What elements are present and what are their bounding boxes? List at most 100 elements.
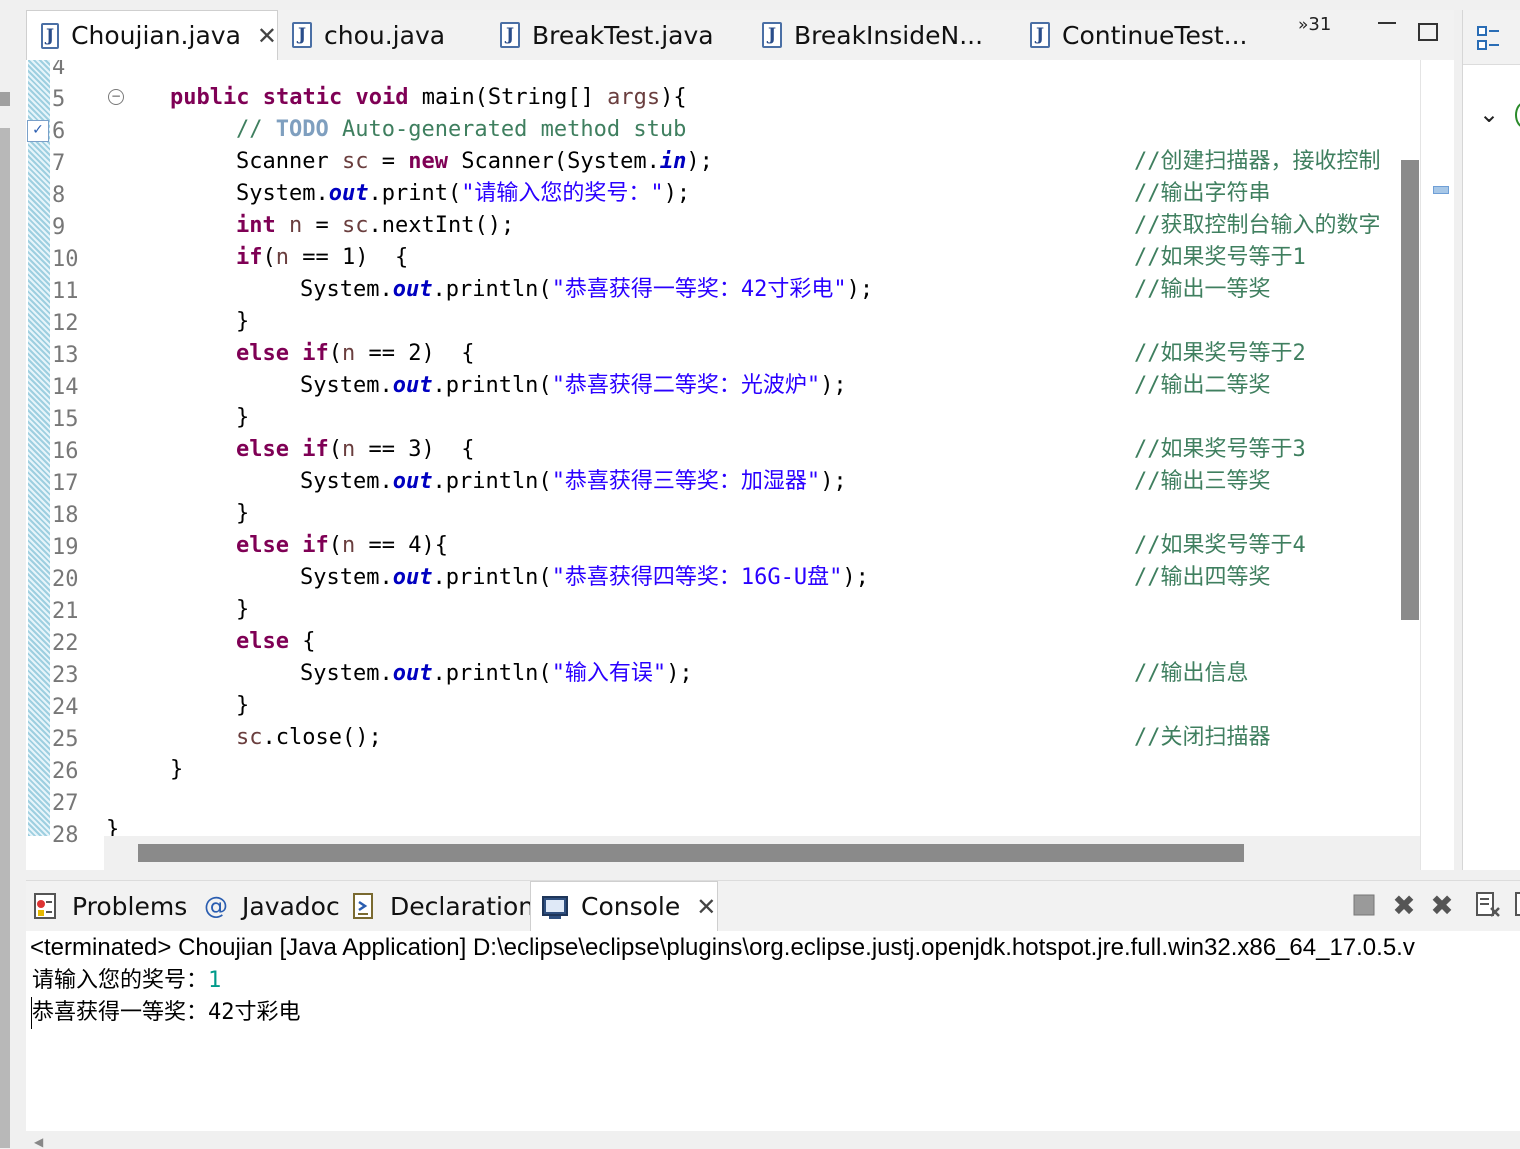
- code-editor[interactable]: ✓ 4 5 − 6 7 8 9 10 11 12 13 14 15 16 17 …: [26, 60, 1454, 870]
- left-trim-bar: [0, 128, 10, 1148]
- code-text-area[interactable]: public static void main(String[] args){ …: [104, 60, 1394, 836]
- code-comment: //如果奖号等于2: [1134, 341, 1306, 366]
- java-file-icon: J: [500, 22, 520, 48]
- code-line: }: [236, 501, 250, 526]
- code-comment: //输出字符串: [1134, 181, 1271, 206]
- tab-label: Console: [581, 892, 681, 921]
- tab-breaktest-java[interactable]: J BreakTest.java: [500, 10, 714, 60]
- line-number: 21: [52, 599, 79, 624]
- tab-label: Declaration: [390, 891, 535, 921]
- code-line: sc.close();: [236, 725, 382, 750]
- line-number: 8: [52, 183, 66, 208]
- line-number: 11: [52, 279, 79, 304]
- tab-console[interactable]: Console ✕: [530, 881, 718, 931]
- code-line: System.out.println("恭喜获得一等奖：42寸彩电");: [300, 277, 874, 302]
- code-line: System.out.println("恭喜获得四等奖：16G-U盘");: [300, 565, 869, 590]
- horizontal-scrollbar-thumb[interactable]: [138, 844, 1244, 862]
- tab-chou-java[interactable]: J chou.java: [292, 10, 445, 60]
- minimize-button[interactable]: [1378, 22, 1396, 24]
- outline-header: [1463, 10, 1520, 65]
- console-hscroll[interactable]: ◀: [26, 1131, 1520, 1149]
- java-file-icon: J: [41, 22, 60, 49]
- tab-declaration[interactable]: Declaration: [350, 881, 534, 931]
- left-trim-strip: [0, 0, 26, 1148]
- code-line: System.out.println("输入有误");: [300, 661, 693, 686]
- code-line: System.out.println("恭喜获得三等奖：加湿器");: [300, 469, 847, 494]
- tab-label: Problems: [72, 891, 188, 921]
- problems-icon: [32, 892, 60, 920]
- code-line: else {: [236, 629, 316, 654]
- bottom-tab-bar: Problems @ Javadoc Declaration Console ✕…: [26, 880, 1520, 932]
- class-icon: [1515, 102, 1520, 128]
- code-line: }: [236, 597, 250, 622]
- tab-javadoc[interactable]: @ Javadoc: [202, 881, 340, 931]
- line-number: 28: [52, 823, 79, 848]
- code-line: else if(n == 3) {: [236, 437, 475, 462]
- tab-continuetest-java[interactable]: J ContinueTest...: [1030, 10, 1248, 60]
- outline-icon[interactable]: [1477, 26, 1499, 50]
- line-number-ruler: 4 5 − 6 7 8 9 10 11 12 13 14 15 16 17 18…: [50, 60, 124, 848]
- tab-label: Javadoc: [242, 891, 340, 921]
- code-comment: //创建扫描器，接收控制: [1134, 149, 1381, 174]
- code-comment: //如果奖号等于3: [1134, 437, 1306, 462]
- close-icon[interactable]: ✕: [257, 22, 277, 50]
- line-number: 13: [52, 343, 79, 368]
- at-icon: @: [204, 892, 228, 920]
- line-number: 4: [52, 60, 66, 80]
- maximize-button[interactable]: [1418, 23, 1438, 41]
- line-number: 7: [52, 151, 66, 176]
- scroll-left-icon[interactable]: ◀: [34, 1135, 43, 1149]
- line-number: 18: [52, 503, 79, 528]
- tab-overflow-button[interactable]: »31: [1298, 14, 1331, 35]
- change-ruler: [28, 60, 50, 836]
- horizontal-scrollbar[interactable]: [104, 836, 1420, 870]
- remove-launch-icon[interactable]: ✖: [1388, 889, 1420, 922]
- code-line: System.out.println("恭喜获得二等奖：光波炉");: [300, 373, 847, 398]
- left-trim-marker: [0, 92, 10, 106]
- code-line: else if(n == 2) {: [236, 341, 475, 366]
- line-number: 12: [52, 311, 79, 336]
- editor-tab-bar: J Choujian.java ✕ J chou.java J BreakTes…: [26, 10, 1454, 61]
- scroll-lock-icon[interactable]: [1508, 889, 1520, 921]
- code-line: // TODO Auto-generated method stub: [236, 117, 687, 142]
- code-line: if(n == 1) {: [236, 245, 409, 270]
- hidden-tab-count: 31: [1308, 14, 1332, 35]
- line-number: 25: [52, 727, 79, 752]
- chevron-down-icon[interactable]: ⌄: [1479, 100, 1499, 128]
- tab-label: ContinueTest...: [1062, 20, 1248, 50]
- line-number: 23: [52, 663, 79, 688]
- console-line: 恭喜获得一等奖：42寸彩电: [32, 1000, 301, 1025]
- overview-ruler[interactable]: [1420, 60, 1454, 870]
- overview-marker[interactable]: [1433, 186, 1449, 194]
- line-number: 24: [52, 695, 79, 720]
- tab-breakinside-java[interactable]: J BreakInsideN...: [762, 10, 983, 60]
- line-number: 17: [52, 471, 79, 496]
- java-file-icon: J: [292, 22, 312, 48]
- task-marker-icon[interactable]: ✓: [27, 120, 49, 142]
- chevron-double-icon: »: [1298, 15, 1309, 35]
- code-line: }: [236, 693, 250, 718]
- close-icon[interactable]: ✕: [696, 893, 716, 921]
- code-comment: //输出二等奖: [1134, 373, 1271, 398]
- console-output[interactable]: <terminated> Choujian [Java Application]…: [26, 931, 1520, 1131]
- code-comment: //如果奖号等于4: [1134, 533, 1306, 558]
- code-comment: //输出一等奖: [1134, 277, 1271, 302]
- tab-label: BreakTest.java: [532, 20, 714, 50]
- tab-choujian-java[interactable]: J Choujian.java ✕: [26, 10, 278, 60]
- clear-console-icon[interactable]: [1472, 889, 1504, 921]
- line-number: 10: [52, 247, 79, 272]
- line-number: 20: [52, 567, 79, 592]
- terminate-button[interactable]: [1348, 889, 1380, 921]
- tab-label: chou.java: [324, 20, 446, 50]
- code-line: }: [106, 817, 120, 836]
- code-line: }: [236, 405, 250, 430]
- code-comment: //输出三等奖: [1134, 469, 1271, 494]
- remove-all-terminated-icon[interactable]: ✖: [1426, 889, 1458, 922]
- code-line: else if(n == 4){: [236, 533, 448, 558]
- tab-problems[interactable]: Problems: [32, 881, 187, 931]
- console-icon: [541, 893, 569, 921]
- java-file-icon: J: [1030, 22, 1050, 48]
- line-number: 26: [52, 759, 79, 784]
- line-number: 9: [52, 215, 66, 240]
- vertical-scrollbar-thumb[interactable]: [1401, 160, 1419, 620]
